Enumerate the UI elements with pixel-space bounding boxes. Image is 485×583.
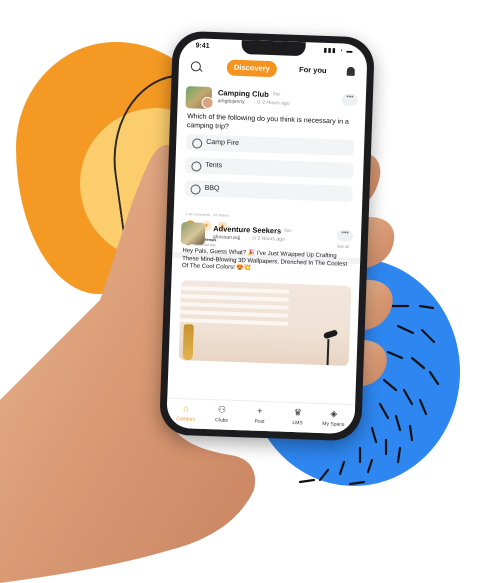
nav-post[interactable]: + Post (242, 405, 277, 425)
more-options-button[interactable]: ••• (341, 93, 359, 107)
club-avatar[interactable] (180, 222, 206, 245)
user-handle[interactable]: amgitojenny (218, 98, 245, 105)
poll-option[interactable]: Camp Fire (185, 134, 355, 156)
nav-my-space[interactable]: ◈ My Space (316, 408, 351, 428)
nav-label: Campus (176, 415, 195, 423)
status-time: 9:41 (195, 42, 210, 50)
more-options-button[interactable]: ••• (336, 229, 354, 242)
post-time: · ⊙ 2 Hours ago (253, 99, 290, 107)
home-icon: ⌂ (183, 403, 189, 414)
hero-illustration: 9:41 ▮▮▮ ◔ ▬ Discovery For you Camping C… (0, 0, 485, 583)
my-space-icon: ◈ (330, 408, 338, 419)
club-name[interactable]: Camping Club (218, 88, 269, 99)
radio-icon[interactable] (192, 137, 203, 149)
notification-bell-icon[interactable] (346, 66, 355, 76)
feed-post-image: Adventure Seekers · Soc ghossan.eqj · ⊙ … (174, 218, 362, 366)
poll-option-label: BBQ (204, 184, 220, 193)
poll-option-label: Camp Fire (206, 138, 240, 147)
search-icon[interactable] (190, 61, 202, 72)
bottom-nav: ⌂ Campus ⚇ Clubs + Post ♛ LMS ◈ My Space (166, 397, 356, 435)
nav-clubs[interactable]: ⚇ Clubs (204, 404, 239, 424)
poll-question: Which of the following do you think is n… (186, 113, 350, 131)
mic-stand-image (326, 339, 330, 366)
poll-option[interactable]: Tents (185, 157, 354, 179)
post-text: Hey Pals, Guess What? 🎉 I've Just Wrappe… (181, 248, 348, 272)
phone-mockup: 9:41 ▮▮▮ ◔ ▬ Discovery For you Camping C… (159, 30, 375, 442)
radio-icon[interactable] (191, 160, 202, 172)
nav-label: Post (254, 418, 265, 426)
signal-wifi-battery-icon: ▮▮▮ ◔ ▬ (323, 47, 354, 55)
app-screen: 9:41 ▮▮▮ ◔ ▬ Discovery For you Camping C… (166, 37, 368, 435)
lms-icon: ♛ (293, 407, 303, 418)
tab-discovery[interactable]: Discovery (226, 59, 278, 78)
poll-meta: 1.4k Comments · 44 Shares (185, 212, 230, 218)
see-all-link[interactable]: See all (337, 244, 349, 248)
nav-label: My Space (322, 421, 345, 428)
nav-label: Clubs (215, 417, 229, 424)
club-tag: · Soc (269, 91, 281, 97)
poll-option[interactable]: BBQ (184, 180, 353, 202)
tab-for-you[interactable]: For you (293, 62, 334, 79)
saxophone-image (182, 324, 194, 361)
post-image[interactable] (178, 280, 352, 366)
user-handle[interactable]: ghossan.eqj (213, 234, 240, 241)
club-tag: · Soc (281, 227, 292, 233)
top-bar: Discovery For you (178, 56, 367, 85)
nav-label: LMS (292, 420, 303, 427)
user-avatar (201, 96, 214, 110)
clubs-icon: ⚇ (217, 404, 227, 415)
radio-icon[interactable] (190, 183, 201, 195)
nav-lms[interactable]: ♛ LMS (280, 407, 315, 427)
post-time: · ⊙ 2 Hours ago (248, 235, 285, 243)
nav-campus[interactable]: ⌂ Campus (168, 403, 203, 423)
poll-option-label: Tents (205, 161, 223, 170)
microphone-image (323, 329, 339, 340)
plus-icon: + (257, 405, 263, 416)
